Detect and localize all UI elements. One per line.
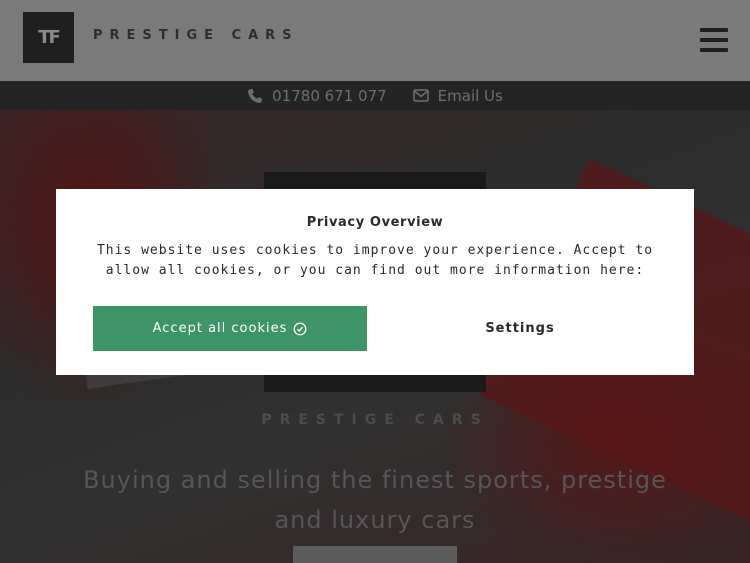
hero-cta-button[interactable] <box>293 546 457 563</box>
email-label: Email Us <box>437 86 503 105</box>
cookie-consent-modal: Privacy Overview This website uses cooki… <box>56 189 694 375</box>
email-link[interactable]: Email Us <box>412 86 503 105</box>
phone-icon <box>248 88 263 103</box>
cookie-settings-button[interactable]: Settings <box>450 306 590 351</box>
hero-brand: PRESTIGE CARS <box>261 412 489 428</box>
modal-text: This website uses cookies to improve you… <box>96 243 654 278</box>
accept-label: Accept all cookies <box>152 321 288 336</box>
logo-text: TF <box>38 27 61 48</box>
check-circle-icon <box>293 322 307 335</box>
accept-all-cookies-button[interactable]: Accept all cookies <box>93 306 367 351</box>
site-logo[interactable]: TF <box>23 12 74 63</box>
phone-link[interactable]: 01780 671 077 <box>247 87 387 105</box>
brand-name: PRESTIGE CARS <box>93 28 299 43</box>
modal-title: Privacy Overview <box>306 215 444 230</box>
phone-number: 01780 671 077 <box>272 86 387 105</box>
hero-tagline: Buying and selling the finest sports, pr… <box>83 466 667 534</box>
contact-bar: 01780 671 077 Email Us <box>0 81 750 110</box>
site-header: TF PRESTIGE CARS <box>0 0 750 81</box>
hamburger-menu-icon[interactable] <box>700 28 728 52</box>
envelope-icon <box>412 89 429 102</box>
